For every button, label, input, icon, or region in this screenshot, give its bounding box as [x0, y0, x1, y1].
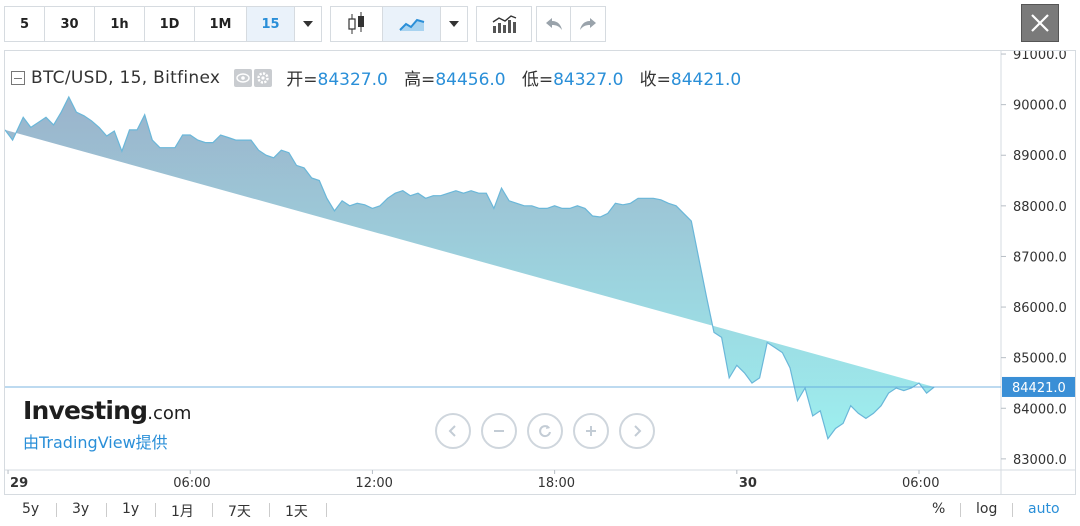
- zoom-out-button[interactable]: [481, 413, 517, 449]
- percent-scale-button[interactable]: %: [932, 501, 945, 517]
- last-price-tag-label: 84421.0: [1012, 381, 1066, 396]
- time-tick-label: 06:00: [173, 476, 210, 491]
- range-separator: [1012, 503, 1013, 517]
- logo-suffix-text: .com: [147, 403, 192, 424]
- eye-icon[interactable]: [234, 68, 253, 87]
- range-separator: [269, 503, 270, 517]
- price-tick-label: 85000.0: [1013, 352, 1067, 367]
- time-tick-label: 06:00: [902, 476, 939, 491]
- price-tick-label: 86000.0: [1013, 301, 1067, 316]
- interval-5-button[interactable]: 5: [5, 7, 45, 41]
- close-button[interactable]: [1021, 4, 1059, 42]
- range-1day-button[interactable]: 1天: [285, 501, 308, 521]
- toolbar: 5 30 1h 1D 1M 15: [0, 0, 1080, 48]
- last-price-tag: 84421.0: [1002, 376, 1075, 397]
- symbol-label: BTC/USD, 15, Bitfinex: [31, 67, 221, 88]
- range-separator: [155, 503, 156, 517]
- interval-dropdown-button[interactable]: [295, 7, 321, 41]
- chart-type-dropdown-button[interactable]: [441, 7, 467, 41]
- chevron-right-icon: [634, 425, 642, 437]
- range-1month-button[interactable]: 1月: [171, 501, 194, 521]
- chart-area[interactable]: 83000.0 84000.0 85000.0 86000.0 87000.0 88000…: [4, 50, 1076, 524]
- log-scale-button[interactable]: log: [976, 501, 997, 517]
- indicators-button[interactable]: [477, 7, 531, 41]
- time-tick-label: 18:00: [538, 476, 575, 491]
- indicators-group: [476, 6, 532, 42]
- price-tick-label: 89000.0: [1013, 149, 1067, 164]
- range-1y-button[interactable]: 1y: [122, 501, 139, 517]
- price-tick-label: 83000.0: [1013, 453, 1067, 468]
- investing-watermark: Investing.com 由TradingView提供: [23, 396, 191, 453]
- history-group: [536, 6, 606, 42]
- chart-navigation: [435, 413, 655, 449]
- caret-down-icon: [449, 21, 459, 27]
- interval-group: 5 30 1h 1D 1M 15: [4, 6, 322, 42]
- price-tick-label: 87000.0: [1013, 250, 1067, 265]
- scroll-left-button[interactable]: [435, 413, 471, 449]
- close-label: 收=: [639, 70, 671, 90]
- chevron-left-icon: [448, 425, 456, 437]
- area-chart-icon: [398, 18, 424, 31]
- caret-down-icon: [303, 21, 313, 27]
- range-bar: 5y 3y 1y 1月 7天 1天 % log auto: [4, 494, 1076, 524]
- plus-icon: [586, 426, 596, 436]
- area-chart-button[interactable]: [383, 7, 441, 41]
- provider-text: 由TradingView提供: [23, 433, 168, 452]
- interval-1d-button[interactable]: 1D: [145, 7, 195, 41]
- interval-1h-button[interactable]: 1h: [95, 7, 145, 41]
- zoom-in-button[interactable]: [573, 413, 609, 449]
- undo-icon: [545, 18, 562, 30]
- price-tick-label: 91000.0: [1013, 51, 1067, 63]
- minus-icon: [494, 430, 504, 432]
- interval-15-button[interactable]: 15: [247, 7, 295, 41]
- range-separator: [106, 503, 107, 517]
- scroll-right-button[interactable]: [619, 413, 655, 449]
- open-label: 开=: [286, 70, 318, 90]
- ohlc-readout: 开=84327.0 高=84456.0 低=84327.0 收=84421.0: [286, 65, 741, 90]
- close-value: 84421.0: [670, 70, 742, 90]
- price-axis[interactable]: 83000.0 84000.0 85000.0 86000.0 87000.0 88000…: [1001, 51, 1067, 468]
- reset-icon: [539, 425, 551, 438]
- time-tick-label: 30: [739, 476, 757, 491]
- undo-button[interactable]: [537, 7, 571, 41]
- candles-icon: [347, 12, 364, 34]
- time-tick-label: 12:00: [355, 476, 392, 491]
- chart-widget: 5 30 1h 1D 1M 15 83000.0 84000.0 85000.0…: [0, 0, 1080, 526]
- time-tick-label: 29: [10, 476, 28, 491]
- interval-30-button[interactable]: 30: [45, 7, 95, 41]
- redo-icon: [580, 18, 596, 30]
- price-tick-label: 84000.0: [1013, 402, 1067, 417]
- logo-main-text: Investing: [23, 396, 148, 425]
- price-tick-label: 88000.0: [1013, 200, 1067, 215]
- interval-1m-button[interactable]: 1M: [195, 7, 247, 41]
- range-7day-button[interactable]: 7天: [228, 501, 251, 521]
- range-separator: [326, 503, 327, 517]
- price-tick-label: 90000.0: [1013, 99, 1067, 114]
- low-label: 低=: [521, 70, 554, 90]
- range-separator: [212, 503, 213, 517]
- collapse-legend-icon[interactable]: [11, 70, 25, 85]
- time-axis[interactable]: 29 06:00 12:00 18:00 30 06:00: [7, 470, 939, 491]
- high-label: 高=: [404, 70, 436, 90]
- indicators-icon: [492, 15, 517, 33]
- redo-button[interactable]: [571, 7, 605, 41]
- range-separator: [960, 503, 961, 517]
- candles-button[interactable]: [331, 7, 383, 41]
- open-value: 84327.0: [317, 70, 388, 90]
- high-value: 84456.0: [435, 70, 506, 90]
- range-3y-button[interactable]: 3y: [72, 501, 89, 517]
- legend: BTC/USD, 15, Bitfinex 开=84327.0 高=84456.…: [11, 65, 741, 90]
- gear-icon[interactable]: [254, 68, 273, 87]
- chart-type-group: [330, 6, 468, 42]
- close-icon: [1031, 14, 1049, 32]
- auto-scale-button[interactable]: auto: [1028, 501, 1060, 517]
- investing-logo: Investing.com: [23, 396, 191, 425]
- low-value: 84327.0: [553, 70, 624, 90]
- range-separator: [56, 503, 57, 517]
- range-5y-button[interactable]: 5y: [22, 501, 39, 517]
- reset-button[interactable]: [527, 413, 563, 449]
